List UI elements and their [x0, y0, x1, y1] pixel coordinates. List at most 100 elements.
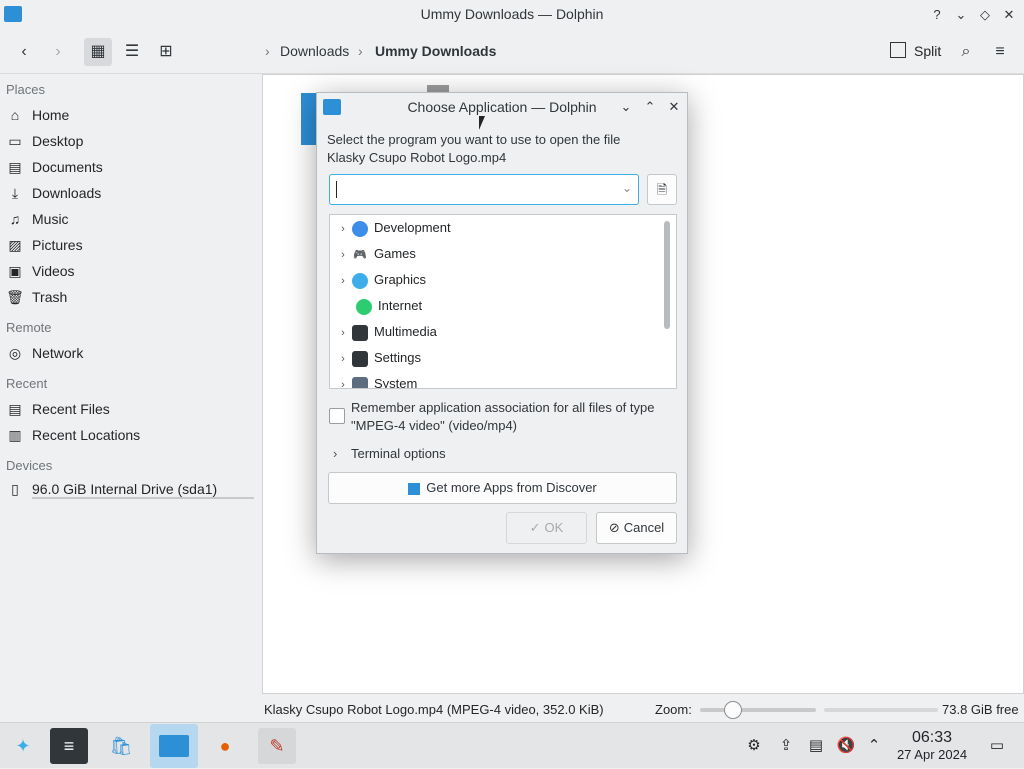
system-icon — [352, 376, 368, 388]
pictures-icon: ▨ — [8, 237, 22, 254]
sidebar-item-videos[interactable]: ▣ Videos — [6, 259, 256, 283]
development-icon — [352, 220, 368, 237]
sidebar-item-downloads[interactable]: ⤓ Downloads — [6, 181, 256, 205]
internet-icon — [356, 298, 372, 315]
sidebar-item-home[interactable]: ⌂ Home — [6, 103, 256, 127]
discover-icon[interactable]: 🛍 — [102, 728, 140, 764]
application-tree[interactable]: › Development › 🎮 Games › Graphics Internet … — [329, 214, 677, 389]
volume-muted-icon[interactable]: 🔇 — [830, 728, 862, 764]
icons-view-icon[interactable]: ▦ — [84, 38, 112, 66]
close-button[interactable]: ✕ — [1000, 6, 1018, 24]
remember-label[interactable]: Remember application association for all… — [351, 399, 654, 417]
expand-arrow-icon[interactable]: › — [334, 320, 352, 346]
dialog-close-button[interactable]: ✕ — [665, 98, 683, 116]
cancel-button[interactable]: ⊘ Cancel — [596, 512, 677, 544]
breadcrumb-current[interactable]: Ummy Downloads — [375, 43, 496, 59]
application-combo[interactable]: ⌄ — [329, 174, 639, 205]
expand-arrow-icon[interactable]: › — [334, 216, 352, 242]
sidebar-item-recent-files[interactable]: ▤ Recent Files — [6, 397, 256, 421]
details-view-icon[interactable]: ⊞ — [152, 38, 180, 66]
tree-item-games[interactable]: › 🎮 Games — [330, 241, 660, 267]
discover-button[interactable]: Get more Apps from Discover — [328, 472, 677, 504]
sidebar-item-pictures[interactable]: ▨ Pictures — [6, 233, 256, 257]
dolphin-icon[interactable] — [150, 724, 198, 768]
devices-header: Devices — [6, 458, 53, 473]
remember-label-type[interactable]: "MPEG-4 video" (video/mp4) — [351, 417, 517, 435]
file-browse-icon: 🗎 — [656, 182, 668, 197]
discover-icon — [408, 482, 421, 495]
text-editor-icon[interactable]: ✎ — [258, 728, 296, 764]
trash-icon: 🗑 — [6, 289, 24, 306]
back-icon[interactable]: ‹ — [10, 38, 38, 66]
updates-icon[interactable]: ⇪ — [770, 728, 802, 764]
show-desktop-icon[interactable]: ▭ — [980, 728, 1014, 764]
tray-expand-icon[interactable]: ⌃ — [860, 728, 888, 764]
compact-view-icon[interactable]: ☰ — [118, 38, 146, 66]
text-cursor — [336, 181, 337, 198]
tree-item-internet[interactable]: Internet — [330, 293, 660, 319]
main-toolbar: ‹ › ▦ ☰ ⊞ › Downloads › Ummy Downloads S… — [0, 30, 1024, 74]
recent-header: Recent — [6, 376, 48, 391]
breadcrumb-arrow-icon: › — [265, 43, 270, 59]
zoom-slider-handle[interactable] — [724, 701, 742, 719]
drive-usage-bar — [32, 497, 254, 499]
minimize-button[interactable]: ⌄ — [952, 6, 970, 24]
home-icon: ⌂ — [10, 107, 20, 124]
dialog-minimize-button[interactable]: ⌄ — [617, 98, 635, 116]
steam-icon[interactable]: ⚙ — [738, 728, 770, 764]
app-launcher-icon[interactable]: ✦ — [4, 728, 42, 764]
expand-arrow-icon[interactable]: › — [334, 346, 352, 372]
tree-item-system[interactable]: › System — [330, 371, 660, 388]
checkmark-icon: ✓ — [529, 520, 541, 535]
system-settings-icon[interactable]: ≡ — [50, 728, 88, 764]
sidebar-item-music[interactable]: ♫ Music — [6, 207, 256, 231]
clock[interactable]: 06:33 27 Apr 2024 — [892, 729, 972, 762]
browse-button[interactable]: 🗎 — [647, 174, 677, 205]
breadcrumb-downloads[interactable]: Downloads — [280, 43, 349, 59]
chevron-down-icon[interactable]: ⌄ — [622, 181, 632, 195]
taskbar: ✦ ≡ 🛍 ● ✎ ⚙ ⇪ ▤ 🔇 ⌃ 06:33 27 Apr 2024 ▭ — [0, 722, 1024, 768]
split-label: Split — [914, 43, 942, 59]
sidebar-item-trash[interactable]: 🗑 Trash — [6, 285, 256, 309]
expand-arrow-icon[interactable]: › — [334, 268, 352, 294]
expand-arrow-icon[interactable]: › — [334, 242, 352, 268]
network-icon: ◎ — [8, 345, 22, 362]
remote-header: Remote — [6, 320, 52, 335]
window-titlebar: Ummy Downloads — Dolphin ? ⌄ ◇ ✕ — [0, 0, 1024, 30]
firefox-icon[interactable]: ● — [206, 728, 244, 764]
terminal-options-toggle[interactable]: Terminal options — [351, 445, 446, 463]
terminal-expand-icon[interactable]: › — [333, 445, 337, 463]
search-icon[interactable]: ⌕ — [952, 38, 980, 66]
tree-item-multimedia[interactable]: › Multimedia — [330, 319, 660, 345]
tree-scrollbar[interactable] — [664, 221, 670, 329]
tree-item-graphics[interactable]: › Graphics — [330, 267, 660, 293]
choose-application-dialog: Choose Application — Dolphin ⌄ ⌃ ✕ Selec… — [316, 92, 688, 554]
expand-arrow-icon[interactable]: › — [334, 372, 352, 388]
window-title: Ummy Downloads — Dolphin — [420, 6, 604, 22]
maximize-button[interactable]: ◇ — [976, 6, 994, 24]
hamburger-menu-icon[interactable]: ≡ — [986, 38, 1014, 66]
mouse-cursor-icon — [479, 116, 491, 130]
sidebar-item-recent-locations[interactable]: ▥ Recent Locations — [6, 423, 256, 447]
forward-icon[interactable]: › — [44, 38, 72, 66]
zoom-slider[interactable] — [700, 708, 816, 712]
help-button[interactable]: ? — [928, 6, 946, 24]
free-space-bar — [824, 708, 938, 712]
sidebar-item-desktop[interactable]: ▭ Desktop — [6, 129, 256, 153]
sidebar-item-network[interactable]: ◎ Network — [6, 341, 256, 365]
graphics-icon — [352, 272, 368, 289]
split-button[interactable]: Split — [888, 38, 946, 66]
clipboard-icon[interactable]: ▤ — [800, 728, 832, 764]
tree-item-settings[interactable]: › Settings — [330, 345, 660, 371]
split-icon — [890, 42, 906, 58]
status-file-info: Klasky Csupo Robot Logo.mp4 (MPEG-4 vide… — [264, 702, 604, 717]
places-sidebar: Places ⌂ Home ▭ Desktop ▤ Documents ⤓ Downlo… — [0, 74, 262, 720]
sidebar-item-documents[interactable]: ▤ Documents — [6, 155, 256, 179]
dialog-maximize-button[interactable]: ⌃ — [641, 98, 659, 116]
dialog-prompt: Select the program you want to use to op… — [327, 132, 621, 147]
remember-checkbox[interactable] — [329, 408, 345, 424]
ok-button[interactable]: ✓ OK — [506, 512, 587, 544]
games-icon: 🎮 — [353, 248, 367, 261]
breadcrumb-arrow-icon: › — [358, 43, 363, 59]
tree-item-development[interactable]: › Development — [330, 215, 660, 241]
